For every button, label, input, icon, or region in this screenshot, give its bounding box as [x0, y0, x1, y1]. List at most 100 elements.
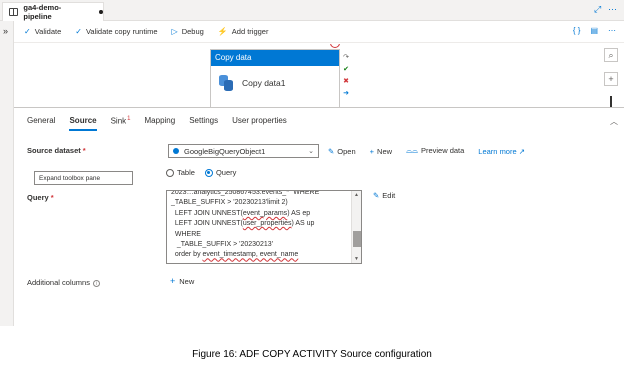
toolbox-tooltip: Expand toolbox pane [34, 171, 133, 185]
redo-icon[interactable]: ↷ [343, 53, 349, 61]
query-line: 2023…analytics_250867453.events_*` WHERE [171, 190, 351, 198]
bigquery-icon [173, 148, 179, 154]
debug-button[interactable]: ▷ Debug [172, 27, 204, 36]
expand-icon[interactable]: ⤢ [594, 4, 601, 15]
add-trigger-label: Add trigger [231, 27, 269, 36]
validate-copy-label: Validate copy runtime [85, 27, 158, 36]
trigger-icon: ⚡ [217, 27, 228, 36]
document-tab-bar: ga4-demo-pipeline ⤢ ⋯ [0, 0, 624, 21]
pipeline-toolbar: ✓ Validate ✓ Validate copy runtime ▷ Deb… [14, 21, 624, 43]
code-icon[interactable]: { } [573, 26, 581, 35]
query-error-segment: event_timestamp, event_name [202, 251, 299, 259]
query-line: LEFT JOIN UNNEST(user_properties) AS up [171, 219, 351, 229]
query-text-segment: 2023…analytics_250867453.events_*` WHERE [171, 190, 320, 196]
query-line: LEFT JOIN UNNEST(event_params) AS ep [171, 209, 351, 219]
radio-circle-icon [166, 168, 174, 177]
activity-type-label: Copy data [211, 50, 339, 66]
additional-columns-label: Additional columns i [27, 278, 100, 287]
tab-general[interactable]: General [27, 116, 55, 130]
tab-settings[interactable]: Settings [189, 116, 218, 130]
radio-table[interactable]: Table [166, 168, 195, 177]
tab-user-properties[interactable]: User properties [232, 116, 287, 130]
tab-sink[interactable]: Sink1 [111, 116, 131, 130]
query-label: Query * [27, 193, 54, 202]
query-text-segment: LEFT JOIN UNNEST( [171, 209, 243, 217]
scroll-down-icon[interactable]: ▼ [354, 256, 359, 262]
pipeline-icon [9, 8, 19, 16]
query-text-segment: _TABLE_SUFFIX > '20230213'limit 2) [171, 199, 288, 207]
open-dataset-button[interactable]: ✎ Open [328, 147, 356, 156]
edit-query-button[interactable]: ✎ Edit [373, 191, 395, 200]
pencil-icon: ✎ [373, 191, 380, 200]
search-icon[interactable]: ⌕ [604, 48, 618, 62]
zoom-controls: ⌕ + [604, 48, 618, 107]
use-query-options: Table Query [166, 168, 236, 177]
pipeline-tab[interactable]: ga4-demo-pipeline [2, 2, 104, 21]
collapse-pane-icon[interactable]: ︿ [610, 116, 618, 127]
status-circle-icon [330, 44, 340, 48]
pencil-icon: ✎ [328, 146, 335, 156]
validate-button[interactable]: ✓ Validate [24, 27, 61, 36]
plus-icon: + [369, 146, 375, 156]
scroll-up-icon[interactable]: ▲ [354, 192, 359, 198]
radio-selected-icon [204, 168, 213, 177]
validate-copy-runtime-button[interactable]: ✓ Validate copy runtime [75, 27, 157, 36]
query-scrollbar[interactable]: ▲ ▼ [351, 191, 361, 263]
learn-more-link[interactable]: Learn more ↗ [478, 147, 525, 156]
plus-icon: + [170, 276, 176, 286]
debug-label: Debug [181, 27, 204, 36]
query-line: order by event_timestamp, event_name [171, 250, 351, 260]
activity-name: Copy data1 [242, 78, 286, 88]
check-icon: ✓ [75, 27, 82, 36]
query-text-segment: order by [171, 251, 203, 259]
query-error-segment: user_properties [242, 220, 292, 228]
preview-data-button[interactable]: ⌓⌓ Preview data [406, 146, 464, 156]
scroll-thumb[interactable] [353, 231, 361, 247]
query-text-segment: _TABLE_SUFFIX > '20230213' [171, 241, 273, 249]
chevron-down-icon: ⌄ [308, 148, 314, 155]
more-options-icon[interactable]: ⋯ [608, 26, 616, 35]
sink-error-badge: 1 [127, 116, 131, 122]
new-dataset-button[interactable]: + New [370, 147, 392, 156]
add-column-button[interactable]: + New [170, 276, 194, 286]
copy-data-icon [219, 75, 233, 91]
unsaved-dot-icon [99, 10, 103, 14]
pipeline-canvas[interactable]: Copy data Copy data1 ↷ ✔ ✖ ➜ ⌕ + [14, 44, 624, 107]
query-editor[interactable]: 2023…analytics_250867453.events_*` WHERE… [166, 190, 362, 264]
more-tabs-icon[interactable]: ⋯ [608, 4, 617, 15]
query-text-segment: ) AS ep [287, 209, 311, 217]
properties-tabs: General Source Sink1 Mapping Settings Us… [27, 116, 287, 131]
validate-label: Validate [34, 27, 62, 36]
play-icon: ▷ [171, 27, 178, 36]
info-icon: i [92, 280, 100, 287]
zoom-in-icon[interactable]: + [604, 72, 618, 86]
query-line: _TABLE_SUFFIX > '20230213' [171, 240, 351, 250]
tab-source[interactable]: Source [69, 116, 97, 131]
query-line: _TABLE_SUFFIX > '20230213'limit 2) [171, 198, 351, 208]
skip-handle-icon[interactable]: ➜ [343, 89, 349, 97]
dataset-actions: ✎ Open + New ⌓⌓ Preview data Learn more ↗ [328, 146, 525, 156]
expand-rail-icon[interactable]: » [3, 26, 8, 36]
dataset-value: GoogleBigQueryObject1 [184, 146, 266, 156]
query-line: WHERE [171, 230, 351, 240]
properties-icon[interactable]: ▤ [590, 26, 598, 35]
tab-mapping[interactable]: Mapping [145, 116, 176, 130]
zoom-slider[interactable] [610, 96, 612, 107]
left-rail: » [0, 21, 14, 326]
figure-caption: Figure 16: ADF COPY ACTIVITY Source conf… [192, 349, 432, 360]
query-text-segment: WHERE [171, 230, 201, 238]
query-text: 2023…analytics_250867453.events_*` WHERE… [171, 191, 351, 261]
source-dataset-select[interactable]: GoogleBigQueryObject1 ⌄ [168, 144, 319, 158]
failure-handle-icon[interactable]: ✖ [343, 77, 349, 85]
query-text-segment: LEFT JOIN UNNEST( [171, 220, 243, 228]
pipeline-tab-label: ga4-demo-pipeline [23, 3, 62, 21]
query-error-segment: event_params [242, 209, 288, 217]
toolbar-right-icons: { } ▤ ⋯ [573, 26, 616, 35]
activity-output-handles: ↷ ✔ ✖ ➜ [340, 49, 352, 107]
success-handle-icon[interactable]: ✔ [343, 65, 349, 73]
add-trigger-button[interactable]: ⚡ Add trigger [218, 27, 269, 36]
radio-query[interactable]: Query [204, 168, 236, 177]
check-icon: ✓ [24, 27, 31, 36]
copy-data-activity[interactable]: Copy data Copy data1 [210, 49, 340, 107]
preview-glasses-icon: ⌓⌓ [406, 146, 418, 155]
